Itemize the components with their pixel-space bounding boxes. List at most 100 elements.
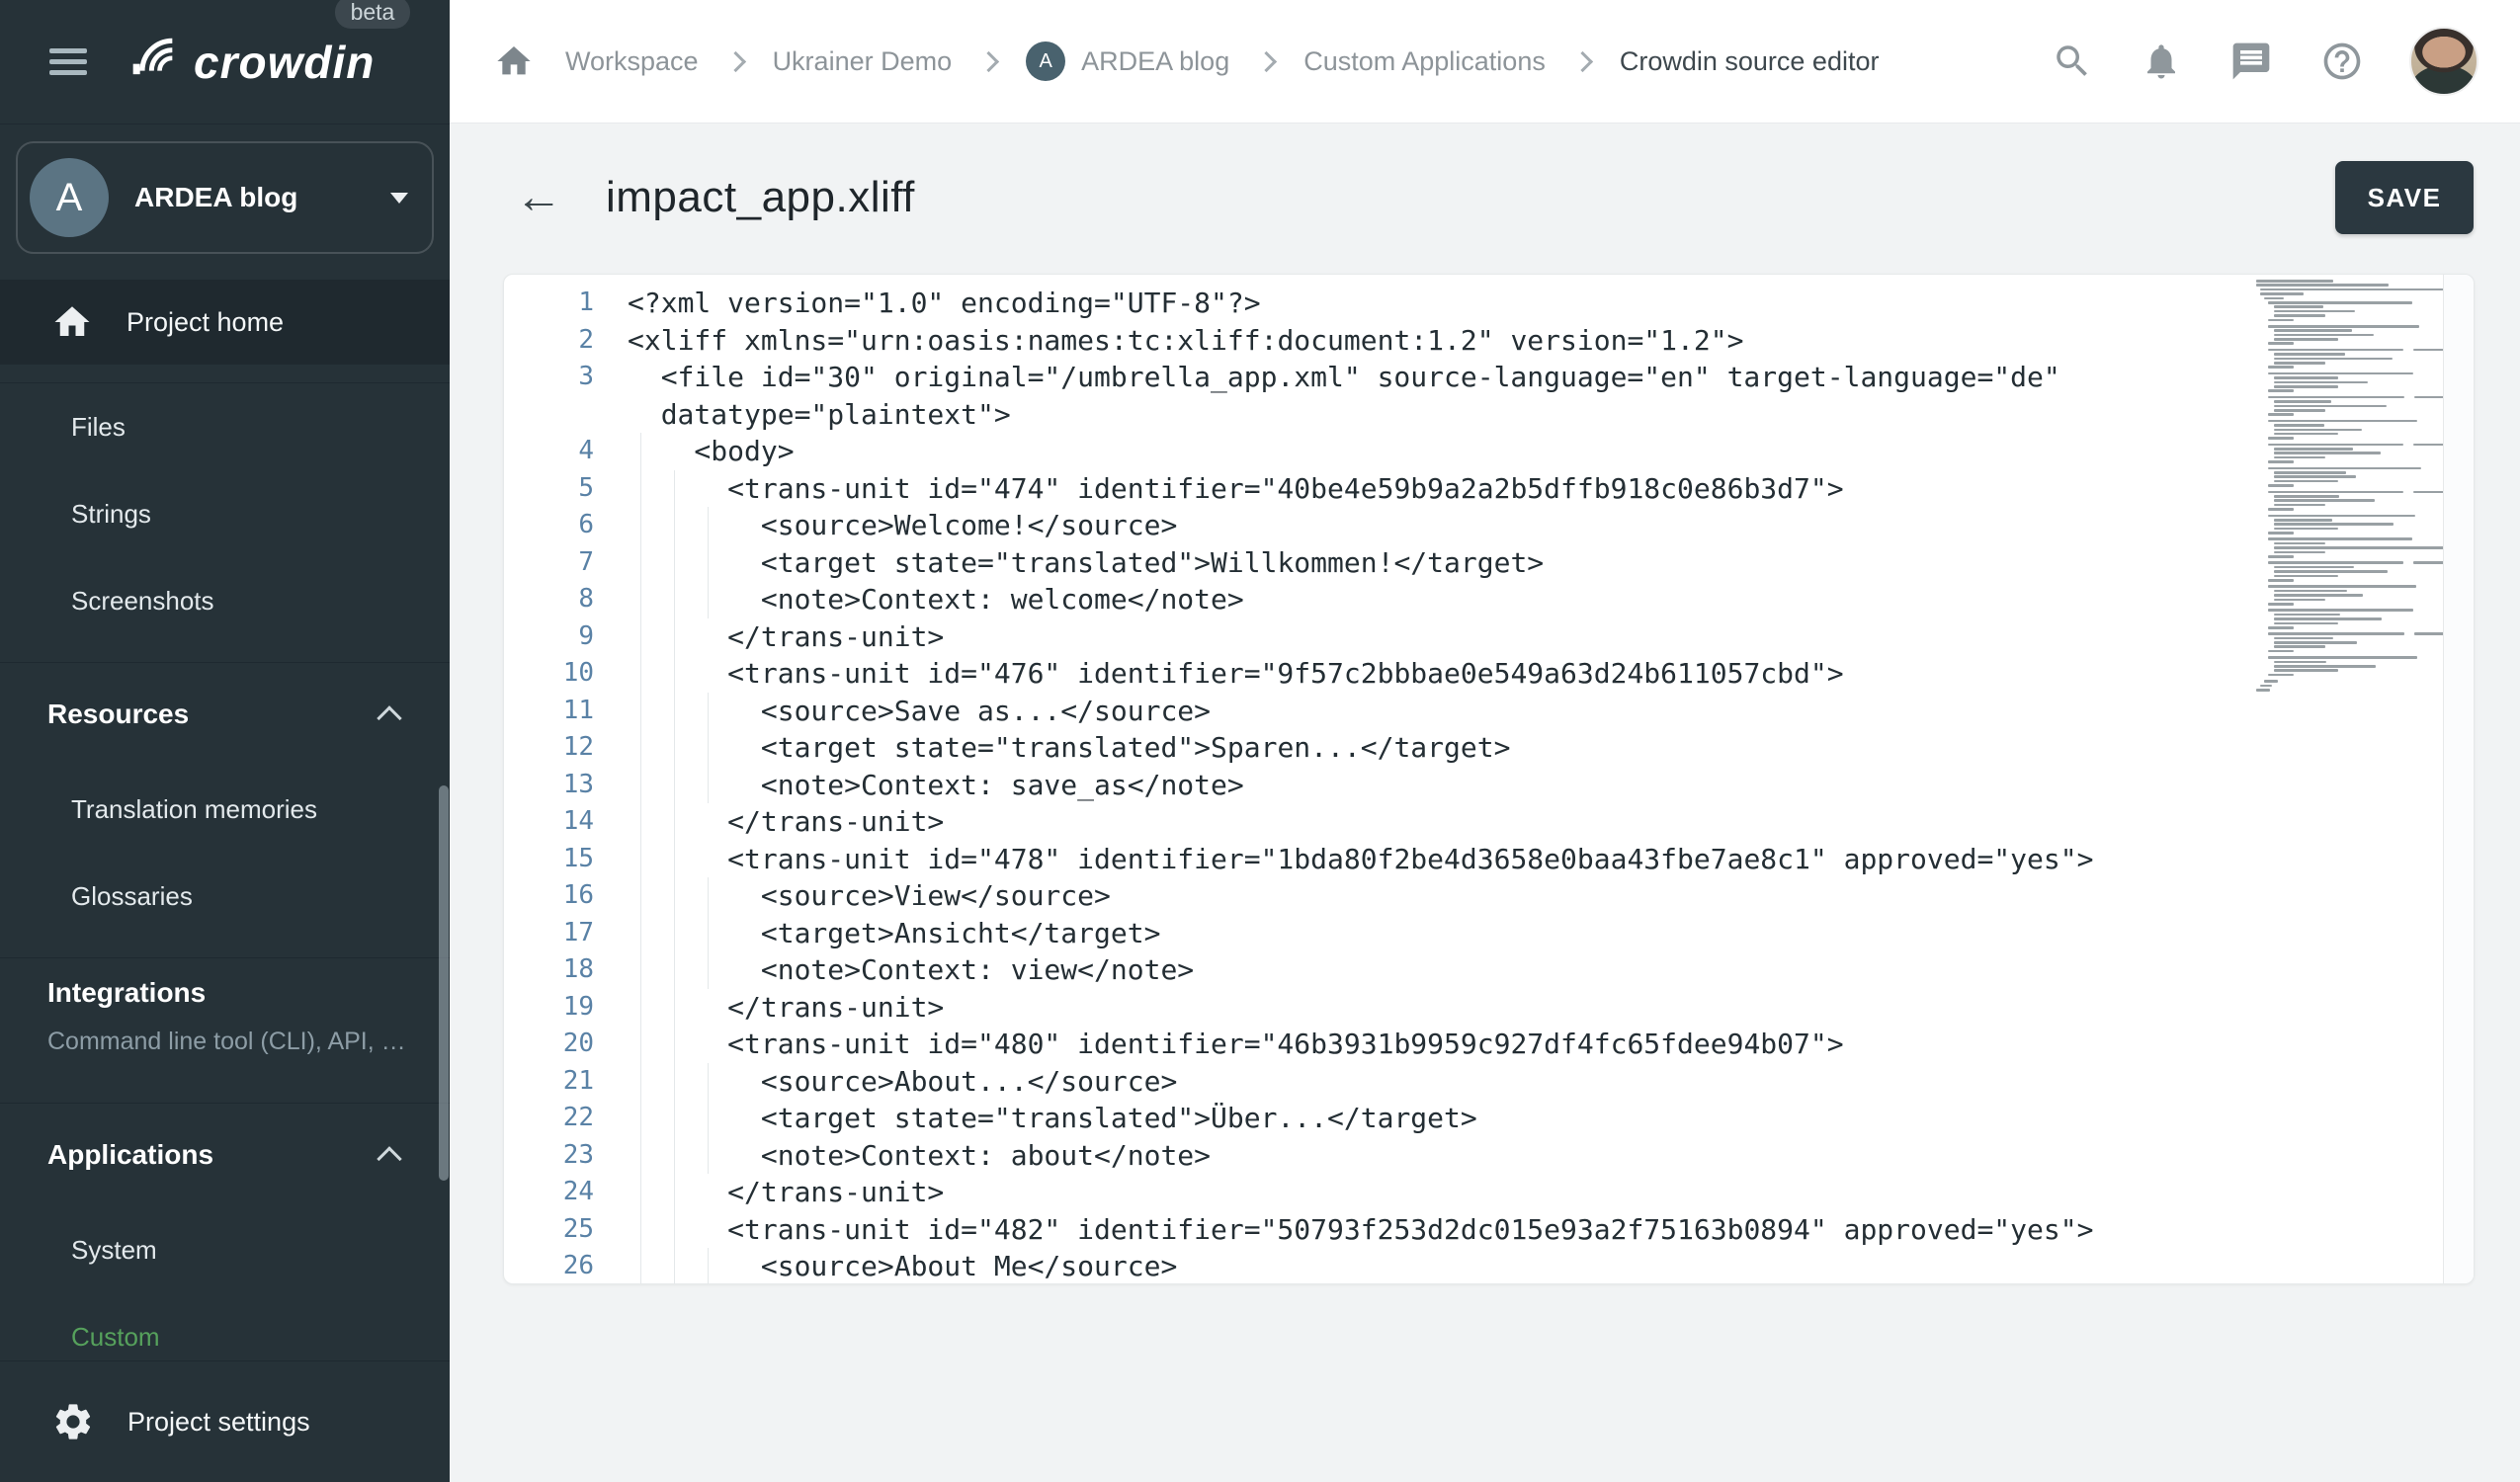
sidebar-section-integrations[interactable]: Integrations <box>0 958 450 1028</box>
sidebar-section-resources[interactable]: Resources <box>0 663 450 766</box>
minimap-row <box>2256 334 2444 337</box>
minimap-row <box>2256 338 2444 341</box>
code-line[interactable]: 25<trans-unit id="482" identifier="50793… <box>504 1211 2474 1249</box>
code-line[interactable]: 20<trans-unit id="480" identifier="46b39… <box>504 1026 2474 1063</box>
breadcrumb-item-ukrainer-demo[interactable]: Ukrainer Demo <box>773 46 953 77</box>
sidebar-item-glossaries[interactable]: Glossaries <box>0 853 450 940</box>
breadcrumb-item-workspace[interactable]: Workspace <box>565 46 699 77</box>
sidebar-item-files[interactable]: Files <box>0 383 450 470</box>
menu-hamburger-icon[interactable] <box>49 42 93 82</box>
indent-guide <box>674 1174 675 1211</box>
sidebar-section-label: Integrations <box>47 977 206 1009</box>
chevron-right-icon <box>1256 50 1277 71</box>
code-line[interactable]: 19</trans-unit> <box>504 989 2474 1027</box>
minimap-row <box>2256 495 2444 498</box>
line-number: 18 <box>504 951 594 989</box>
code-text: <trans-unit id="478" identifier="1bda80f… <box>628 841 2243 878</box>
minimap-row <box>2256 471 2444 474</box>
save-button[interactable]: SAVE <box>2335 161 2474 234</box>
indent-guide <box>674 767 675 804</box>
minimap-row <box>2256 626 2444 629</box>
minimap-row <box>2256 508 2444 511</box>
code-line[interactable]: 11<source>Save as...</source> <box>504 693 2474 730</box>
crowdin-logo[interactable]: crowdin beta <box>128 34 375 90</box>
messages-icon[interactable] <box>2229 40 2273 83</box>
code-line[interactable]: 21<source>About...</source> <box>504 1063 2474 1101</box>
crowdin-wordmark: crowdin <box>194 36 375 89</box>
code-text: <trans-unit id="474" identifier="40be4e5… <box>628 470 2243 508</box>
minimap-row <box>2256 480 2444 483</box>
code-line[interactable]: 16<source>View</source> <box>504 877 2474 915</box>
breadcrumb-item-ardea-blog[interactable]: AARDEA blog <box>1026 41 1229 81</box>
minimap-row <box>2256 519 2444 522</box>
code-line[interactable]: 24</trans-unit> <box>504 1174 2474 1211</box>
code-line[interactable]: 22<target state="translated">Über...</ta… <box>504 1100 2474 1137</box>
minimap[interactable] <box>2256 280 2444 693</box>
indent-guide <box>674 1026 675 1063</box>
user-avatar[interactable] <box>2409 27 2478 96</box>
code-line[interactable]: 18<note>Context: view</note> <box>504 951 2474 989</box>
code-line[interactable]: 12<target state="translated">Sparen...</… <box>504 729 2474 767</box>
sidebar-scrollbar[interactable] <box>439 785 449 1181</box>
code-text: <file id="30" original="/umbrella_app.xm… <box>628 359 2243 433</box>
code-line[interactable]: 3 <file id="30" original="/umbrella_app.x… <box>504 359 2474 433</box>
line-number: 3 <box>504 359 594 396</box>
indent-guide <box>640 470 641 508</box>
minimap-row <box>2256 669 2444 672</box>
sidebar-section-applications[interactable]: Applications <box>0 1104 450 1206</box>
code-line[interactable]: 14</trans-unit> <box>504 803 2474 841</box>
minimap-row <box>2256 650 2444 653</box>
code-line[interactable]: 6<source>Welcome!</source> <box>504 507 2474 544</box>
chevron-up-icon <box>377 705 401 730</box>
code-line[interactable]: 10<trans-unit id="476" identifier="9f57c… <box>504 655 2474 693</box>
indent-guide <box>640 951 641 989</box>
indent-guide <box>674 877 675 915</box>
code-lines[interactable]: 1<?xml version="1.0" encoding="UTF-8"?>2… <box>504 275 2474 1284</box>
sidebar-item-project-settings[interactable]: Project settings <box>0 1360 450 1482</box>
line-number: 4 <box>504 433 594 470</box>
line-number: 2 <box>504 322 594 360</box>
project-switcher[interactable]: A ARDEA blog <box>16 141 434 254</box>
code-line[interactable]: 13<note>Context: save_as</note> <box>504 767 2474 804</box>
home-icon[interactable] <box>494 41 534 81</box>
minimap-row <box>2256 599 2444 602</box>
search-icon[interactable] <box>2052 41 2093 82</box>
sidebar-item-screenshots[interactable]: Screenshots <box>0 557 450 644</box>
code-line[interactable]: 4<body> <box>504 433 2474 470</box>
indent-guide <box>640 989 641 1027</box>
code-text: <target state="translated">Willkommen!</… <box>628 544 2243 582</box>
minimap-row <box>2256 358 2444 361</box>
indent-guide <box>674 507 675 544</box>
line-number: 12 <box>504 729 594 767</box>
code-line[interactable]: 5<trans-unit id="474" identifier="40be4e… <box>504 470 2474 508</box>
editor-scrollbar[interactable] <box>2443 275 2474 1283</box>
code-text: <source>Save as...</source> <box>628 693 2243 730</box>
back-arrow-icon[interactable]: ← <box>515 174 562 221</box>
minimap-row <box>2256 452 2444 454</box>
indent-guide <box>640 507 641 544</box>
code-line[interactable]: 2<xliff xmlns="urn:oasis:names:tc:xliff:… <box>504 322 2474 360</box>
code-line[interactable]: 15<trans-unit id="478" identifier="1bda8… <box>504 841 2474 878</box>
notifications-bell-icon[interactable] <box>2141 41 2182 82</box>
minimap-row <box>2256 409 2444 412</box>
code-line[interactable]: 26<source>About Me</source> <box>504 1248 2474 1284</box>
sidebar-item-project-home[interactable]: Project home <box>0 280 450 365</box>
code-line[interactable]: 9</trans-unit> <box>504 618 2474 656</box>
code-text: <?xml version="1.0" encoding="UTF-8"?> <box>628 285 2243 322</box>
breadcrumb-item-custom-applications[interactable]: Custom Applications <box>1303 46 1546 77</box>
help-icon[interactable] <box>2320 40 2364 83</box>
code-text: <source>View</source> <box>628 877 2243 915</box>
code-text: <target state="translated">Über...</targ… <box>628 1100 2243 1137</box>
sidebar-item-strings[interactable]: Strings <box>0 470 450 557</box>
minimap-row <box>2256 661 2444 664</box>
code-line[interactable]: 8<note>Context: welcome</note> <box>504 581 2474 618</box>
sidebar-item-translation-memories[interactable]: Translation memories <box>0 766 450 853</box>
code-line[interactable]: 23<note>Context: about</note> <box>504 1137 2474 1175</box>
code-editor[interactable]: 1<?xml version="1.0" encoding="UTF-8"?>2… <box>503 274 2475 1284</box>
code-line[interactable]: 17<target>Ansicht</target> <box>504 915 2474 952</box>
minimap-row <box>2256 523 2444 526</box>
minimap-row <box>2256 618 2444 620</box>
code-line[interactable]: 1<?xml version="1.0" encoding="UTF-8"?> <box>504 285 2474 322</box>
code-line[interactable]: 7<target state="translated">Willkommen!<… <box>504 544 2474 582</box>
sidebar-item-system[interactable]: System <box>0 1206 450 1293</box>
